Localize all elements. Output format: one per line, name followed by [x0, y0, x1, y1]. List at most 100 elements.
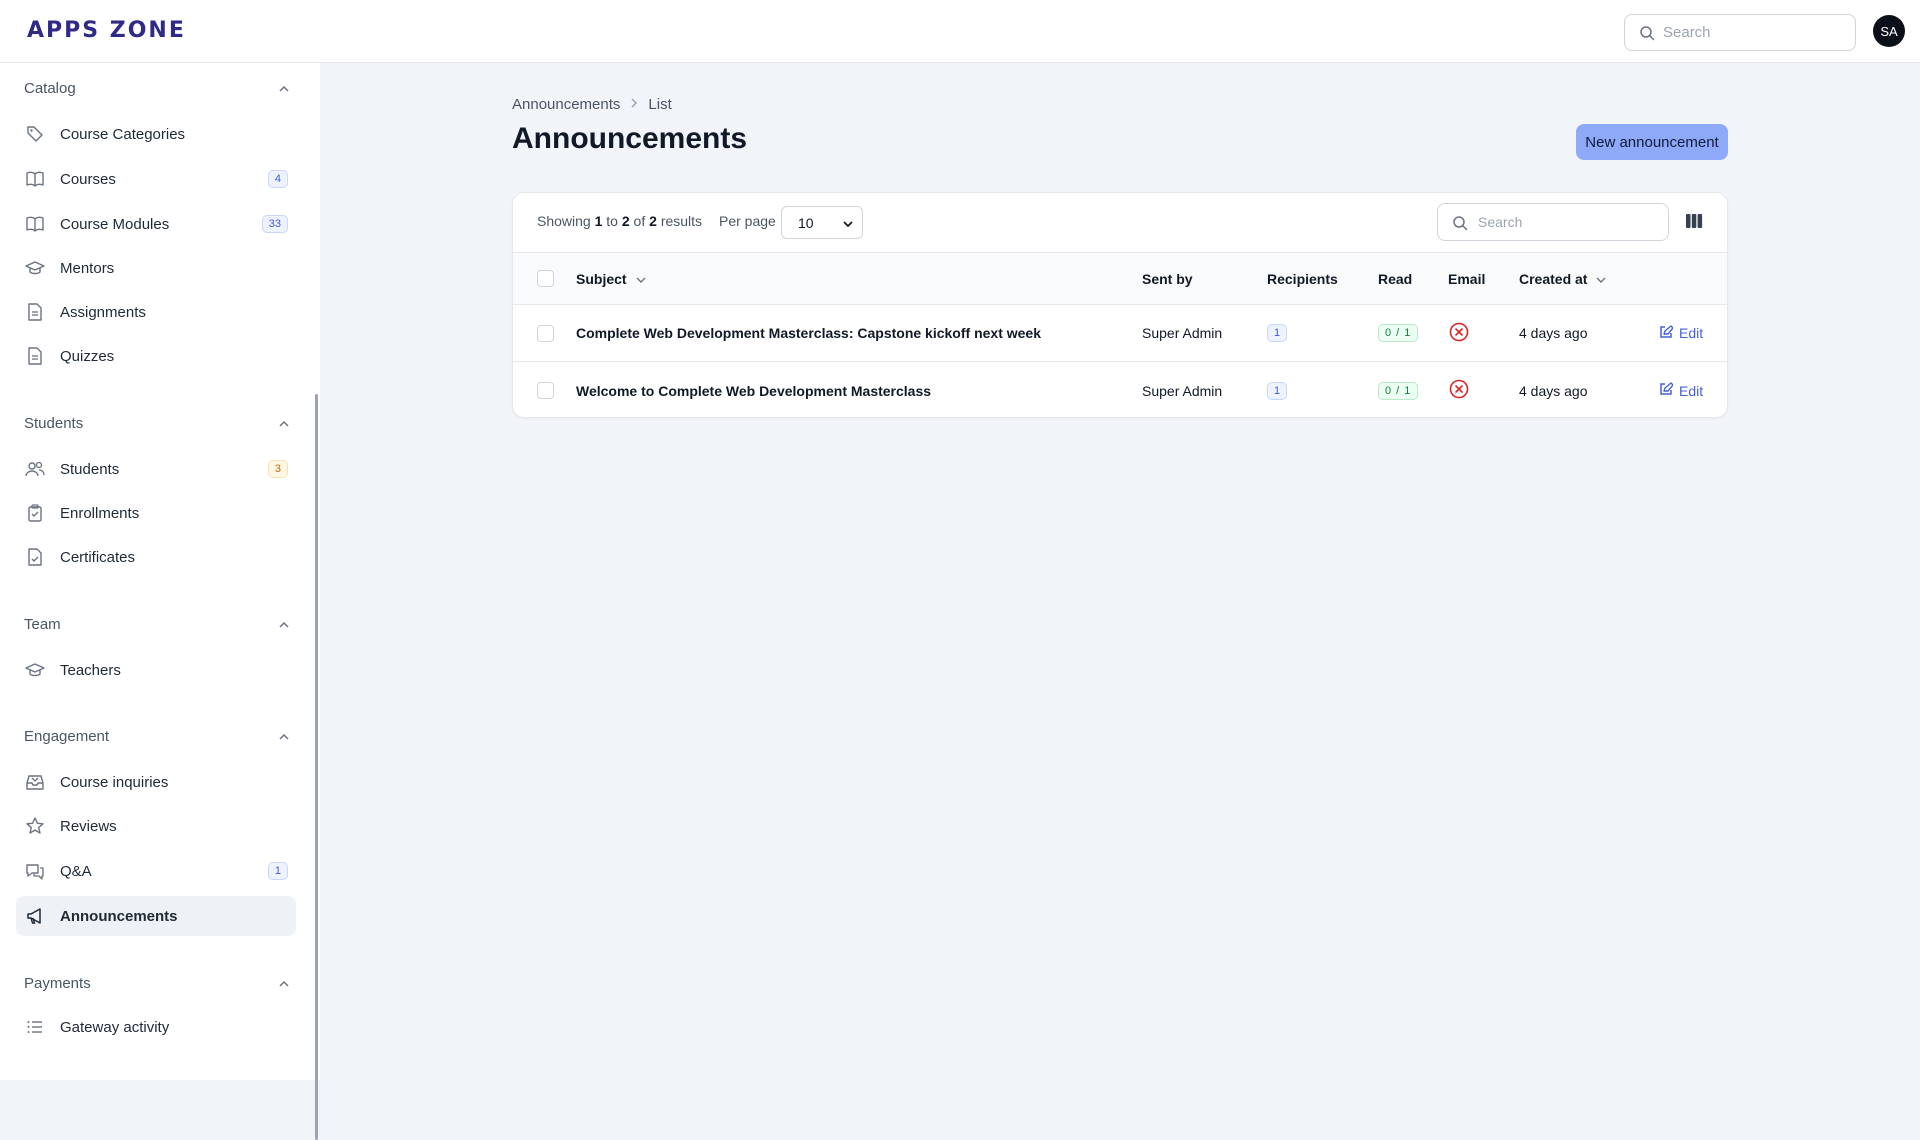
results-to: 2: [621, 213, 630, 229]
chevron-down-icon: [1595, 271, 1607, 287]
column-email: Email: [1448, 253, 1485, 304]
read-cell: 0 / 1: [1378, 305, 1419, 361]
results-from: 1: [594, 213, 603, 229]
read-cell: 0 / 1: [1378, 362, 1419, 417]
sidebar-item-label: Quizzes: [60, 347, 115, 365]
book-open-icon: [24, 168, 46, 190]
count-badge: 3: [267, 460, 288, 478]
clipboard-check-icon: [24, 502, 46, 524]
column-label: Email: [1448, 270, 1486, 287]
sidebar-item-course-inquiries[interactable]: Course inquiries: [16, 762, 296, 802]
x-circle-icon: [1448, 378, 1470, 403]
count-badge: 4: [267, 170, 288, 188]
row-checkbox-cell: [537, 305, 554, 361]
list-icon: [24, 1016, 46, 1038]
per-page-label: Per page: [719, 213, 776, 229]
search-icon: [1452, 215, 1468, 234]
row-checkbox[interactable]: [537, 324, 554, 342]
results-total: 2: [649, 213, 657, 229]
sidebar-item-course-categories[interactable]: Course Categories: [16, 114, 296, 154]
sidebar-item-label: Students: [60, 460, 120, 478]
read-badge: 0 / 1: [1378, 324, 1419, 342]
sidebar-item-label: Teachers: [60, 661, 121, 679]
sidebar-item-label: Course inquiries: [60, 773, 169, 791]
sidebar-item-reviews[interactable]: Reviews: [16, 806, 296, 846]
column-recipients: Recipients: [1267, 253, 1338, 304]
sidebar-item-qa[interactable]: Q&A 1: [16, 851, 296, 891]
sidebar-item-gateway-activity[interactable]: Gateway activity: [16, 1007, 296, 1047]
sidebar-group-students[interactable]: Students: [24, 415, 290, 432]
row-checkbox-cell: [537, 362, 554, 417]
sidebar-item-label: Q&A: [60, 862, 92, 880]
sidebar-item-label: Course Categories: [60, 125, 186, 143]
book-open-icon: [24, 213, 46, 235]
table-toolbar: Showing 1 to 2 of 2 results Per page 10 …: [513, 193, 1727, 253]
chat-bubbles-icon: [24, 860, 46, 882]
sidebar-group-engagement[interactable]: Engagement: [24, 728, 290, 745]
row-checkbox[interactable]: [537, 382, 554, 399]
read-badge: 0 / 1: [1378, 381, 1419, 400]
chevron-up-icon: [278, 975, 290, 992]
sidebar-item-students[interactable]: Students 3: [16, 449, 296, 489]
academic-cap-icon: [24, 257, 46, 279]
email-cell: [1448, 362, 1470, 417]
breadcrumb-parent-link[interactable]: Announcements: [512, 96, 620, 113]
global-search-input[interactable]: Search: [1624, 14, 1856, 51]
user-avatar[interactable]: SA: [1873, 15, 1905, 47]
sidebar-item-teachers[interactable]: Teachers: [16, 650, 296, 690]
column-label: Sent by: [1142, 270, 1193, 287]
table-search-input[interactable]: Search: [1437, 203, 1669, 241]
star-icon: [24, 815, 46, 837]
table-header: Subject Sent by Recipients Read Email Cr…: [513, 253, 1727, 305]
document-text-icon: [24, 345, 46, 367]
select-all-checkbox-cell: [537, 253, 554, 304]
sidebar-item-label: Courses: [60, 170, 116, 188]
table-row[interactable]: Complete Web Development Masterclass: Ca…: [513, 305, 1727, 362]
sidebar-item-label: Course Modules: [60, 215, 170, 233]
sidebar-item-label: Reviews: [60, 817, 117, 835]
recipients-cell: 1: [1267, 305, 1288, 361]
chevron-up-icon: [278, 728, 290, 745]
column-sent-by: Sent by: [1142, 253, 1193, 304]
per-page-select[interactable]: 10: [781, 206, 863, 239]
megaphone-icon: [24, 905, 46, 927]
sidebar-item-enrollments[interactable]: Enrollments: [16, 493, 296, 533]
sidebar-group-title: Payments: [24, 975, 91, 992]
app-logo[interactable]: APPS ZONE: [27, 18, 186, 43]
sidebar-item-certificates[interactable]: Certificates: [16, 537, 296, 577]
sidebar-group-team[interactable]: Team: [24, 616, 290, 633]
column-created-at[interactable]: Created at: [1519, 253, 1607, 304]
sent-by-cell: Super Admin: [1142, 325, 1223, 341]
chevron-down-icon: [842, 217, 854, 233]
sidebar-item-assignments[interactable]: Assignments: [16, 292, 296, 332]
column-subject[interactable]: Subject: [576, 253, 647, 304]
sidebar-item-quizzes[interactable]: Quizzes: [16, 336, 296, 376]
edit-link[interactable]: Edit: [1659, 362, 1703, 417]
sidebar-item-label: Gateway activity: [60, 1018, 170, 1036]
sidebar-scrollbar[interactable]: [315, 394, 318, 1140]
announcements-table-card: Showing 1 to 2 of 2 results Per page 1 0 …: [512, 192, 1728, 418]
sidebar-item-courses[interactable]: Courses 4: [16, 159, 296, 199]
edit-link[interactable]: Edit: [1659, 305, 1703, 361]
tag-icon: [24, 123, 46, 145]
recipients-badge: 1: [1267, 381, 1288, 400]
results-of-word: of: [633, 213, 646, 229]
sidebar-item-label: Enrollments: [60, 504, 140, 522]
results-suffix: results: [660, 213, 703, 229]
sidebar-group-payments[interactable]: Payments: [24, 975, 290, 992]
results-to-word: to: [606, 213, 618, 229]
columns-toggle-icon[interactable]: [1685, 213, 1703, 233]
subject-cell[interactable]: Welcome to Complete Web Development Mast…: [576, 362, 931, 417]
table-row[interactable]: Welcome to Complete Web Development Mast…: [513, 362, 1727, 417]
subject-cell[interactable]: Complete Web Development Masterclass: Ca…: [576, 305, 1041, 361]
new-announcement-button[interactable]: New announcement: [1576, 124, 1728, 160]
recipients-badge: 1: [1267, 324, 1288, 342]
sidebar-item-mentors[interactable]: Mentors: [16, 248, 296, 288]
sidebar-item-announcements[interactable]: Announcements: [16, 896, 296, 936]
created-at-cell: 4 days ago: [1519, 325, 1588, 341]
select-all-checkbox[interactable]: [537, 270, 554, 287]
sidebar-item-label: Mentors: [60, 259, 115, 277]
sidebar-item-course-modules[interactable]: Course Modules 33: [16, 204, 296, 244]
sidebar-group-catalog[interactable]: Catalog: [24, 80, 290, 97]
sidebar-item-label: Announcements: [60, 907, 178, 925]
